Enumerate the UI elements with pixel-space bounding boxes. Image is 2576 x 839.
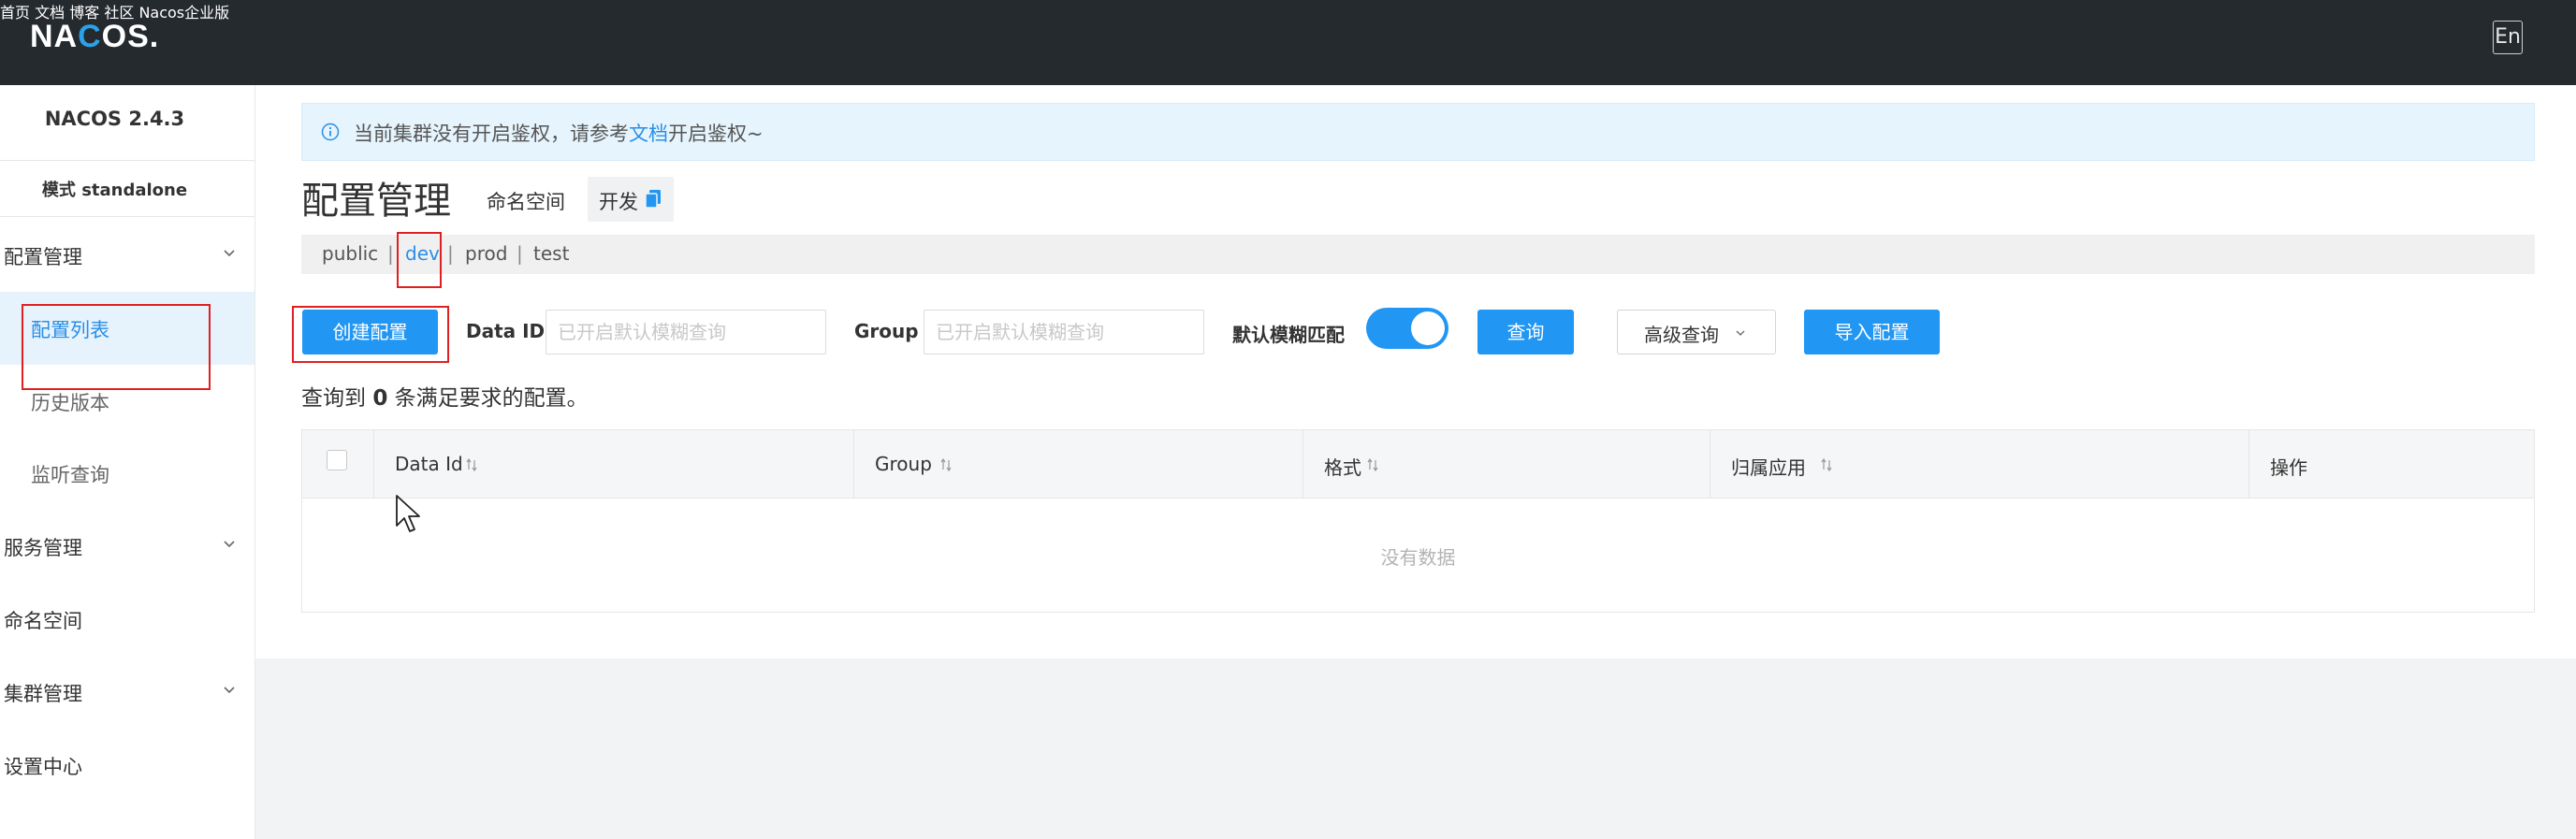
namespace-tab-public[interactable]: public xyxy=(322,242,378,265)
divider xyxy=(0,160,255,161)
chevron-down-icon[interactable] xyxy=(223,247,236,260)
empty-state-text: 没有数据 xyxy=(1380,546,1456,569)
notice-text-before: 当前集群没有开启鉴权，请参考 xyxy=(354,123,629,145)
data-id-label: Data ID xyxy=(466,320,546,342)
column-data-id[interactable]: Data Id xyxy=(374,430,853,498)
copy-icon[interactable] xyxy=(644,189,662,210)
top-navbar: NACOS. 首页 文档 博客 社区 Nacos企业版 En xyxy=(0,0,2576,85)
advanced-query-label: 高级查询 xyxy=(1644,324,1719,346)
info-icon xyxy=(321,123,340,141)
sort-icon[interactable] xyxy=(1821,458,1832,471)
column-format[interactable]: 格式 xyxy=(1303,430,1710,498)
config-table: Data Id Group 格式 归属应用 操作 没有数据 xyxy=(301,429,2535,613)
column-label: Group xyxy=(875,453,932,475)
data-id-field[interactable] xyxy=(546,310,826,354)
toggle-knob xyxy=(1411,311,1445,345)
notice-text: 当前集群没有开启鉴权，请参考文档开启鉴权~ xyxy=(354,119,764,147)
logo-part: NA xyxy=(30,19,79,54)
highlight-box-create-button xyxy=(292,306,449,363)
column-label: Data Id xyxy=(395,453,463,475)
column-label: 格式 xyxy=(1324,456,1361,479)
column-actions: 操作 xyxy=(2249,430,2534,498)
result-summary: 查询到 0 条满足要求的配置。 xyxy=(301,380,589,412)
version-label: NACOS 2.4.3 xyxy=(44,108,185,130)
data-id-input[interactable] xyxy=(546,311,825,354)
separator: | xyxy=(517,242,523,265)
mouse-cursor-icon xyxy=(396,495,420,532)
logo-part: C xyxy=(78,19,102,54)
namespace-chip: 开发 xyxy=(588,177,674,222)
sidebar-item-namespace[interactable]: 命名空间 xyxy=(4,606,82,634)
sort-icon[interactable] xyxy=(940,458,952,471)
content-footer-area xyxy=(255,658,2576,839)
sidebar-item-history[interactable]: 历史版本 xyxy=(31,388,109,416)
mode-label: 模式 standalone xyxy=(41,181,188,200)
nacos-logo[interactable]: NACOS. xyxy=(30,19,159,55)
separator: | xyxy=(447,242,454,265)
sort-icon[interactable] xyxy=(466,458,477,471)
import-config-button[interactable]: 导入配置 xyxy=(1804,310,1940,354)
namespace-tab-test[interactable]: test xyxy=(533,242,569,265)
auth-notice-banner: 当前集群没有开启鉴权，请参考文档开启鉴权~ xyxy=(301,103,2535,161)
result-count: 0 xyxy=(372,386,388,411)
advanced-query-button[interactable]: 高级查询 xyxy=(1617,310,1776,354)
table-header: Data Id Group 格式 归属应用 操作 xyxy=(302,430,2534,499)
sidebar-item-settings[interactable]: 设置中心 xyxy=(4,752,82,780)
group-input[interactable] xyxy=(924,311,1203,354)
separator: | xyxy=(387,242,394,265)
fuzzy-match-label: 默认模糊匹配 xyxy=(1232,324,1345,346)
notice-docs-link[interactable]: 文档 xyxy=(629,123,668,145)
result-suffix: 条满足要求的配置。 xyxy=(394,386,589,411)
select-all-checkbox[interactable] xyxy=(327,450,347,470)
sort-icon[interactable] xyxy=(1367,458,1378,471)
highlight-box-dev-tab xyxy=(397,232,442,288)
chevron-down-icon xyxy=(1736,330,1745,336)
sidebar-item-config-management[interactable]: 配置管理 xyxy=(4,242,82,270)
chevron-down-icon[interactable] xyxy=(223,538,236,551)
result-prefix: 查询到 xyxy=(301,386,366,411)
namespace-tabs: public | dev | prod | test xyxy=(301,235,2535,274)
divider xyxy=(0,216,255,217)
namespace-value: 开发 xyxy=(599,191,638,213)
sidebar-item-listener-query[interactable]: 监听查询 xyxy=(31,460,109,488)
nav-home[interactable]: 首页 xyxy=(0,4,30,22)
group-field[interactable] xyxy=(924,310,1204,354)
sidebar-item-cluster-management[interactable]: 集群管理 xyxy=(4,679,82,707)
namespace-label: 命名空间 xyxy=(487,191,565,213)
language-switch-button[interactable]: En xyxy=(2493,21,2523,54)
highlight-box-config-list xyxy=(22,304,211,390)
sidebar: NACOS 2.4.3 模式 standalone 配置管理 配置列表 历史版本… xyxy=(0,85,255,839)
fuzzy-match-toggle[interactable] xyxy=(1366,308,1448,349)
column-label: 归属应用 xyxy=(1731,456,1806,479)
logo-part: OS. xyxy=(101,19,160,54)
sidebar-item-service-management[interactable]: 服务管理 xyxy=(4,533,82,561)
page-title: 配置管理 xyxy=(301,180,451,223)
column-label: 操作 xyxy=(2270,456,2307,479)
chevron-down-icon[interactable] xyxy=(223,684,236,697)
column-group[interactable]: Group xyxy=(854,430,1303,498)
column-app[interactable]: 归属应用 xyxy=(1710,430,2249,498)
group-label: Group xyxy=(854,320,919,342)
namespace-tab-prod[interactable]: prod xyxy=(465,242,507,265)
notice-text-after: 开启鉴权~ xyxy=(668,123,764,145)
search-button[interactable]: 查询 xyxy=(1477,310,1574,354)
